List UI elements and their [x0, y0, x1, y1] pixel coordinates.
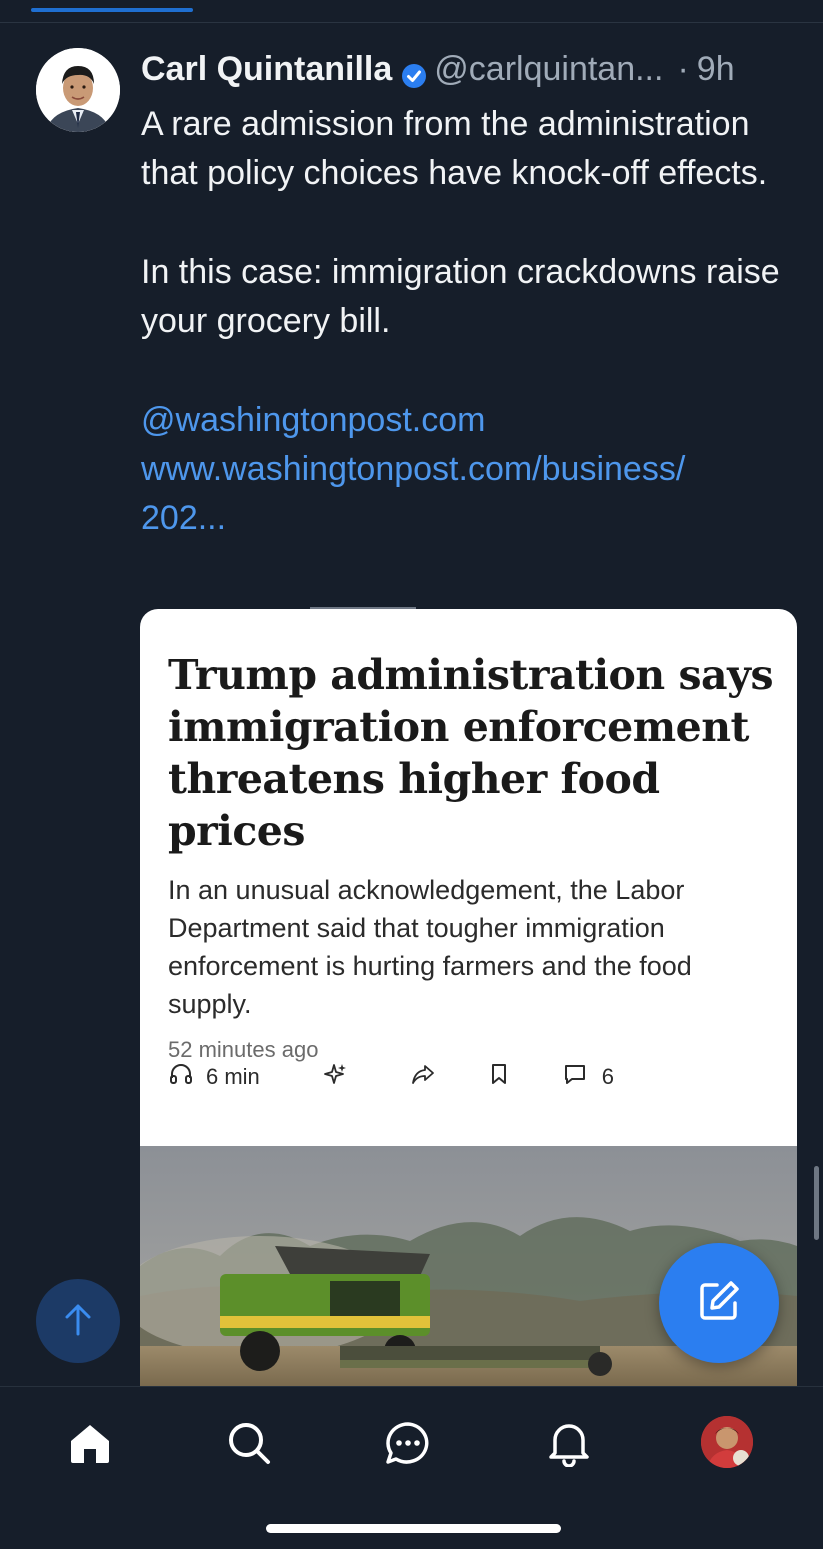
compose-icon: [695, 1277, 743, 1330]
headphones-icon: [168, 1061, 194, 1093]
active-tab-indicator[interactable]: [31, 8, 193, 12]
url-link[interactable]: www.washingtonpost.com/business/ 202...: [141, 445, 806, 543]
compose-button[interactable]: [659, 1243, 779, 1363]
sparkle-icon: [322, 1061, 348, 1093]
nav-profile-avatar[interactable]: [701, 1416, 753, 1468]
tab-bar-divider: [0, 22, 823, 23]
chat-icon: [384, 1420, 432, 1471]
listen-button[interactable]: 6 min: [168, 1061, 260, 1093]
home-indicator: [266, 1524, 561, 1533]
author-handle[interactable]: @carlquintan...: [434, 45, 663, 93]
scrollbar[interactable]: [814, 1166, 819, 1240]
article-summary: In an unusual acknowledgement, the Labor…: [168, 875, 692, 1019]
author-avatar[interactable]: [36, 48, 120, 132]
nav-search[interactable]: [219, 1415, 279, 1475]
meta-separator: ·: [677, 50, 689, 88]
mention-link[interactable]: @washingtonpost.com: [141, 396, 806, 445]
nav-home[interactable]: [60, 1415, 120, 1475]
comments-button[interactable]: 6: [562, 1061, 614, 1093]
arrow-up-icon: [63, 1302, 93, 1341]
nav-messages[interactable]: [378, 1415, 438, 1475]
bell-icon: [547, 1419, 591, 1472]
scroll-to-top-button[interactable]: [36, 1279, 120, 1363]
url-link-line[interactable]: www.washingtonpost.com/business/: [141, 450, 685, 488]
comment-icon: [562, 1061, 588, 1093]
url-link-line[interactable]: 202...: [141, 499, 226, 537]
verified-badge-icon: [400, 55, 428, 88]
article-headline[interactable]: Trump administration says immigration en…: [168, 649, 778, 857]
post-paragraph: In this case: immigration crackdowns rai…: [141, 253, 780, 340]
share-button[interactable]: [410, 1061, 436, 1093]
post-paragraph: A rare admission from the administration…: [141, 105, 768, 192]
comments-count: 6: [601, 1064, 615, 1089]
listen-duration: 6 min: [206, 1064, 260, 1089]
post-header: Carl Quintanilla @carlquintan... · 9h: [141, 44, 801, 94]
app-screen: Carl Quintanilla @carlquintan... · 9h A …: [0, 0, 823, 1549]
post-time[interactable]: 9h: [697, 45, 735, 93]
author-name[interactable]: Carl Quintanilla: [141, 45, 392, 93]
bottom-navigation: [0, 1386, 823, 1549]
article-actions: 6 min 6: [168, 1059, 768, 1095]
nav-notifications[interactable]: [539, 1415, 599, 1475]
ai-summary-button[interactable]: [322, 1061, 348, 1093]
bookmark-icon: [486, 1061, 512, 1093]
card-text: Trump administration says immigration en…: [168, 649, 778, 1063]
post-text: A rare admission from the administration…: [141, 100, 806, 543]
search-icon: [226, 1420, 272, 1471]
bookmark-button[interactable]: [486, 1061, 512, 1093]
share-arrow-icon: [410, 1061, 436, 1093]
home-icon: [67, 1421, 113, 1470]
